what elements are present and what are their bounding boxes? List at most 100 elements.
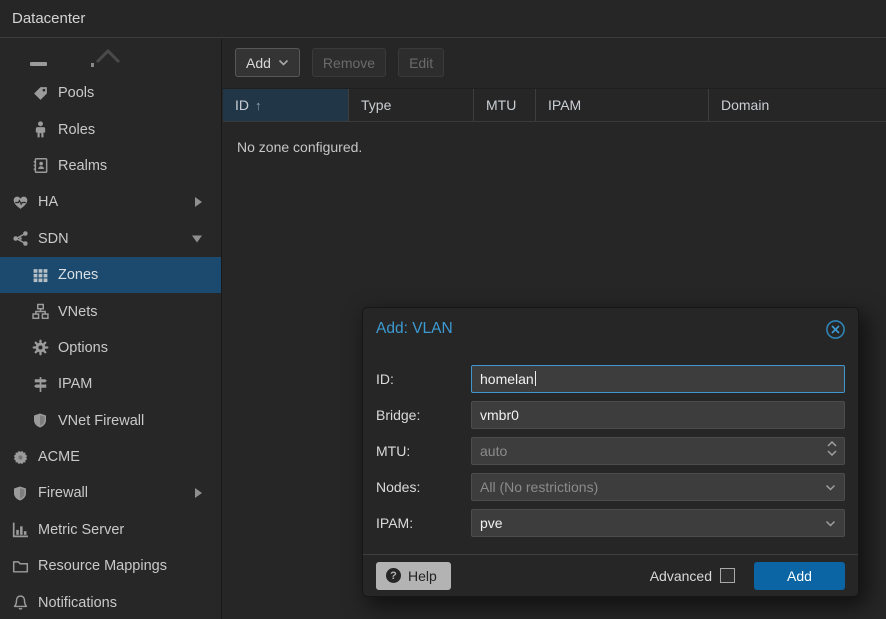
edit-button[interactable]: Edit [398, 48, 444, 77]
question-icon: ? [386, 568, 401, 583]
top-bar: Datacenter [0, 0, 886, 38]
sidebar-item-label: ACME [38, 449, 80, 465]
sidebar-item-label: HA [38, 194, 58, 210]
field-row-bridge: Bridge: vmbr0 [376, 401, 845, 429]
address-book-icon [30, 157, 50, 174]
sidebar-item-label: Realms [58, 158, 107, 174]
sitemap-icon [30, 303, 50, 320]
heartbeat-icon [10, 194, 30, 211]
edit-button-label: Edit [409, 55, 433, 71]
gear-icon [30, 339, 50, 356]
close-icon [825, 319, 846, 340]
sidebar-item-label: Zones [58, 267, 98, 283]
column-header-domain[interactable]: Domain [708, 89, 886, 121]
navigation-tree: Pools Roles Realms HA SDN [0, 39, 222, 619]
close-button[interactable] [824, 318, 846, 340]
sidebar-item-label: VNets [58, 304, 98, 320]
sidebar-item-resource-mappings[interactable]: Resource Mappings [0, 548, 221, 584]
expand-right-icon [195, 197, 202, 207]
clipped-icon-fragment [30, 62, 47, 66]
bridge-label: Bridge: [376, 401, 471, 429]
grid-icon [30, 267, 50, 284]
column-header-mtu[interactable]: MTU [473, 89, 535, 121]
column-label: ID [235, 97, 249, 113]
sidebar-item-vnet-firewall[interactable]: VNet Firewall [0, 403, 221, 439]
sidebar-item-label: SDN [38, 231, 69, 247]
bridge-input[interactable]: vmbr0 [471, 401, 845, 429]
page-title: Datacenter [12, 10, 85, 27]
field-row-nodes: Nodes: All (No restrictions) [376, 473, 845, 501]
nodes-label: Nodes: [376, 473, 471, 501]
help-button[interactable]: ? Help [376, 562, 451, 590]
remove-button[interactable]: Remove [312, 48, 386, 77]
spinner-up-button[interactable] [827, 441, 837, 447]
column-header-type[interactable]: Type [348, 89, 473, 121]
sidebar-item-options[interactable]: Options [0, 330, 221, 366]
ipam-combo[interactable]: pve [471, 509, 845, 537]
sidebar-item-notifications[interactable]: Notifications [0, 584, 221, 619]
grid-empty-text: No zone configured. [223, 122, 886, 155]
chevron-down-icon[interactable] [825, 484, 836, 491]
id-input-value: homelan [480, 371, 534, 387]
column-label: Domain [721, 97, 769, 113]
sidebar-item-pools[interactable]: Pools [0, 75, 221, 111]
sidebar-item-label: Options [58, 340, 108, 356]
bar-chart-icon [10, 521, 30, 538]
nodes-combo[interactable]: All (No restrictions) [471, 473, 845, 501]
add-button-label: Add [246, 55, 271, 71]
field-row-mtu: MTU: auto [376, 437, 845, 465]
add-submit-button[interactable]: Add [754, 562, 845, 590]
dialog-title: Add: VLAN [376, 320, 824, 338]
add-button[interactable]: Add [235, 48, 300, 77]
sidebar-item-label: Roles [58, 122, 95, 138]
chevron-down-icon [278, 59, 289, 66]
column-label: IPAM [548, 97, 581, 113]
dialog-footer: ? Help Advanced Add [363, 554, 858, 596]
zones-table-header: ID ↑ Type MTU IPAM Domain [223, 89, 886, 122]
sidebar-item-label: Metric Server [38, 522, 124, 538]
sidebar-item-ipam[interactable]: IPAM [0, 366, 221, 402]
text-cursor [535, 371, 536, 386]
person-icon [30, 121, 50, 138]
folder-icon [10, 558, 30, 575]
certificate-icon [10, 449, 30, 466]
bell-icon [10, 594, 30, 611]
column-header-ipam[interactable]: IPAM [535, 89, 708, 121]
sidebar-item-label: IPAM [58, 376, 92, 392]
chevron-down-icon[interactable] [825, 520, 836, 527]
sidebar-item-metric-server[interactable]: Metric Server [0, 512, 221, 548]
shield-icon [10, 485, 30, 502]
advanced-checkbox[interactable] [720, 568, 735, 583]
zones-toolbar: Add Remove Edit [223, 39, 886, 89]
map-signs-icon [30, 376, 50, 393]
sidebar-item-roles[interactable]: Roles [0, 111, 221, 147]
column-header-id[interactable]: ID ↑ [223, 89, 348, 121]
sidebar-item-firewall[interactable]: Firewall [0, 475, 221, 511]
remove-button-label: Remove [323, 55, 375, 71]
expand-down-icon [192, 235, 202, 242]
advanced-label: Advanced [650, 568, 712, 584]
partial-tree-item [0, 39, 221, 75]
spinner-down-button[interactable] [827, 450, 837, 456]
sidebar-item-label: Pools [58, 85, 94, 101]
help-button-label: Help [408, 568, 437, 584]
nodes-placeholder: All (No restrictions) [480, 479, 598, 495]
sidebar-item-label: Firewall [38, 485, 88, 501]
dialog-header: Add: VLAN [363, 308, 858, 350]
sidebar-item-sdn[interactable]: SDN [0, 221, 221, 257]
sidebar-item-realms[interactable]: Realms [0, 148, 221, 184]
field-row-id: ID: homelan [376, 365, 845, 393]
bridge-input-value: vmbr0 [480, 407, 519, 423]
sidebar-item-label: VNet Firewall [58, 413, 144, 429]
id-input[interactable]: homelan [471, 365, 845, 393]
column-label: MTU [486, 97, 516, 113]
sort-ascending-icon: ↑ [255, 98, 262, 113]
mtu-spinner[interactable]: auto [471, 437, 845, 465]
sidebar-item-vnets[interactable]: VNets [0, 293, 221, 329]
network-nodes-icon [10, 230, 30, 247]
dialog-body: ID: homelan Bridge: vmbr0 MTU: auto [363, 350, 858, 537]
chevron-up-icon [94, 48, 122, 64]
sidebar-item-zones[interactable]: Zones [0, 257, 221, 293]
sidebar-item-acme[interactable]: ACME [0, 439, 221, 475]
sidebar-item-ha[interactable]: HA [0, 184, 221, 220]
